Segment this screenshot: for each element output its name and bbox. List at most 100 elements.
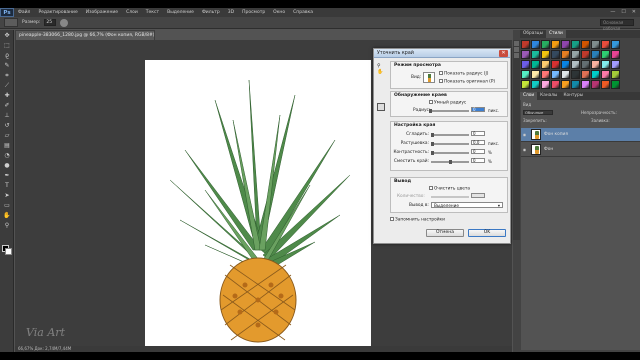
amount-field[interactable] — [471, 193, 485, 198]
radius-field[interactable]: 0 — [471, 107, 485, 112]
style-swatch[interactable] — [601, 60, 610, 69]
style-swatch[interactable] — [561, 60, 570, 69]
refine-radius-brush-icon[interactable] — [377, 103, 385, 111]
close-icon[interactable]: ✕ — [499, 50, 508, 57]
menu-view[interactable]: Просмотр — [238, 10, 269, 15]
style-swatch[interactable] — [521, 80, 530, 89]
shift-edge-slider[interactable] — [431, 160, 469, 164]
style-swatch[interactable] — [541, 40, 550, 49]
style-swatch[interactable] — [591, 40, 600, 49]
document-tab[interactable]: pineapple-383066_1280.jpg @ 66,7% (Фон к… — [15, 30, 155, 40]
workspace-switcher[interactable]: Основная рабочая — [600, 19, 634, 31]
style-swatch[interactable] — [561, 50, 570, 59]
menu-3d[interactable]: 3D — [224, 10, 238, 15]
style-swatch[interactable] — [521, 50, 530, 59]
marquee-tool-icon[interactable]: ⬚ — [2, 41, 12, 50]
image-canvas[interactable] — [145, 60, 371, 346]
style-swatch[interactable] — [531, 60, 540, 69]
size-field[interactable]: 25 — [44, 19, 57, 26]
feather-field[interactable]: 0,0 — [471, 140, 485, 145]
menu-layers[interactable]: Слои — [122, 10, 142, 15]
path-select-tool-icon[interactable]: ➤ — [2, 191, 12, 200]
amount-slider[interactable] — [431, 196, 469, 198]
style-swatch[interactable] — [611, 70, 620, 79]
remember-settings-checkbox[interactable] — [390, 217, 394, 221]
style-swatch[interactable] — [581, 50, 590, 59]
quick-select-tool-icon[interactable]: ✎ — [2, 61, 12, 70]
style-swatch[interactable] — [531, 70, 540, 79]
smooth-slider-knob[interactable] — [431, 133, 434, 137]
output-to-select[interactable]: Выделение ▾ — [431, 202, 503, 208]
tab-channels[interactable]: Каналы — [537, 92, 560, 100]
feather-slider-knob[interactable] — [431, 142, 434, 146]
show-original-checkbox[interactable] — [439, 79, 443, 83]
feather-slider[interactable] — [431, 142, 469, 146]
close-window-button[interactable]: ✕ — [632, 9, 636, 15]
menu-image[interactable]: Изображение — [82, 10, 122, 15]
background-color-swatch[interactable] — [5, 248, 12, 255]
menu-select[interactable]: Выделение — [163, 10, 198, 15]
remember-settings-option[interactable]: Запомнить настройки — [390, 217, 445, 223]
decontaminate-checkbox[interactable] — [429, 186, 433, 190]
style-swatch[interactable] — [551, 50, 560, 59]
smart-radius-option[interactable]: Умный радиус — [429, 100, 466, 106]
style-swatch[interactable] — [601, 40, 610, 49]
hand-tool-icon[interactable]: ✋ — [2, 211, 12, 220]
menu-help[interactable]: Справка — [289, 10, 317, 15]
radius-slider[interactable] — [429, 109, 469, 113]
smooth-slider[interactable] — [431, 133, 469, 137]
style-swatch[interactable] — [571, 70, 580, 79]
style-swatch[interactable] — [531, 40, 540, 49]
show-radius-option[interactable]: Показать радиус (J) — [439, 71, 488, 77]
style-swatch[interactable] — [581, 80, 590, 89]
style-swatch[interactable] — [581, 70, 590, 79]
style-swatch[interactable] — [571, 40, 580, 49]
blur-tool-icon[interactable]: ◔ — [2, 151, 12, 160]
eye-icon[interactable]: ◉ — [521, 147, 528, 152]
brush-tool-icon[interactable]: ✐ — [2, 101, 12, 110]
gradient-tool-icon[interactable]: ▤ — [2, 141, 12, 150]
move-tool-icon[interactable]: ✥ — [2, 31, 12, 40]
style-swatch[interactable] — [571, 60, 580, 69]
actions-icon[interactable] — [514, 47, 519, 52]
style-swatch[interactable] — [611, 80, 620, 89]
tab-paths[interactable]: Контуры — [560, 92, 586, 100]
crop-tool-icon[interactable]: ⌗ — [2, 71, 12, 80]
style-swatch[interactable] — [591, 50, 600, 59]
style-swatch[interactable] — [551, 70, 560, 79]
stamp-tool-icon[interactable]: ⊥ — [2, 111, 12, 120]
cancel-button[interactable]: Отмена — [426, 229, 464, 237]
style-swatch[interactable] — [531, 50, 540, 59]
style-swatch[interactable] — [591, 70, 600, 79]
style-swatch[interactable] — [591, 80, 600, 89]
eraser-tool-icon[interactable]: ▱ — [2, 131, 12, 140]
style-swatch[interactable] — [541, 80, 550, 89]
show-radius-checkbox[interactable] — [439, 71, 443, 75]
style-swatch[interactable] — [571, 50, 580, 59]
view-mode-thumbnail[interactable] — [423, 72, 435, 83]
pen-tool-icon[interactable]: ✒ — [2, 171, 12, 180]
style-swatch[interactable] — [581, 60, 590, 69]
tab-swatches[interactable]: Образцы — [520, 30, 546, 38]
contrast-slider-knob[interactable] — [431, 151, 434, 155]
tab-layers[interactable]: Слои — [520, 92, 538, 100]
style-swatch[interactable] — [541, 50, 550, 59]
style-swatch[interactable] — [561, 40, 570, 49]
hand-icon[interactable]: ✋ — [377, 69, 385, 75]
radius-slider-knob[interactable] — [429, 109, 432, 113]
ok-button[interactable]: OK — [468, 229, 506, 237]
style-swatch[interactable] — [551, 60, 560, 69]
eyedropper-tool-icon[interactable]: ⟋ — [2, 81, 12, 90]
show-original-option[interactable]: Показать оригинал (P) — [439, 79, 495, 85]
style-swatch[interactable] — [551, 40, 560, 49]
history-icon[interactable] — [514, 41, 519, 46]
shape-tool-icon[interactable]: ▭ — [2, 201, 12, 210]
type-tool-icon[interactable]: T — [2, 181, 12, 190]
style-swatch[interactable] — [611, 50, 620, 59]
smooth-field[interactable]: 0 — [471, 131, 485, 136]
layer-row-bg[interactable]: ◉ Фон — [521, 143, 640, 157]
maximize-button[interactable]: ☐ — [621, 9, 625, 15]
style-swatch[interactable] — [601, 70, 610, 79]
menu-filter[interactable]: Фильтр — [198, 10, 224, 15]
menu-type[interactable]: Текст — [142, 10, 163, 15]
